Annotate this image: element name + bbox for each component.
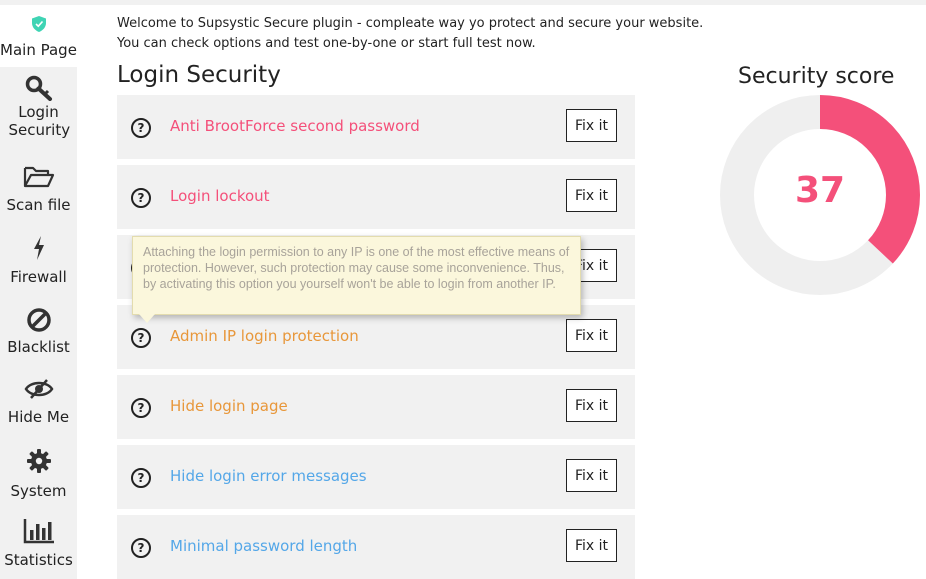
sidebar-item-label: Firewall xyxy=(10,268,67,286)
sidebar-item-label: Scan file xyxy=(6,196,71,214)
sidebar-item-main-page[interactable]: Main Page xyxy=(0,5,77,67)
help-tooltip: Attaching the login permission to any IP… xyxy=(132,236,581,323)
key-icon xyxy=(25,75,52,101)
folder-open-icon xyxy=(23,166,54,188)
intro-line: You can check options and test one-by-on… xyxy=(117,36,536,51)
intro-text: Welcome to Supsystic Secure plugin - com… xyxy=(117,14,703,54)
help-icon[interactable]: ? xyxy=(131,538,151,558)
eye-slash-icon xyxy=(24,379,53,399)
fix-button[interactable]: Fix it xyxy=(566,109,617,142)
sidebar-item-hide-me[interactable]: Hide Me xyxy=(0,378,77,432)
option-row: ? Hide login page Fix it xyxy=(117,375,635,439)
sidebar-item-login-security[interactable]: Login Security xyxy=(0,75,77,145)
sidebar-item-label: Login Security xyxy=(8,103,71,139)
sidebar: Main Page Login Security Scan file Firew… xyxy=(0,5,77,579)
option-label: Minimal password length xyxy=(170,537,358,555)
sidebar-item-label: Blacklist xyxy=(7,338,70,356)
lightning-icon xyxy=(33,236,44,260)
fix-button[interactable]: Fix it xyxy=(566,529,617,562)
sidebar-item-firewall[interactable]: Firewall xyxy=(0,235,77,289)
sidebar-item-scan-file[interactable]: Scan file xyxy=(0,165,77,219)
option-label: Anti BrootForce second password xyxy=(170,117,420,135)
bar-chart-icon xyxy=(23,519,54,544)
option-label: Login lockout xyxy=(170,187,270,205)
sidebar-item-label: System xyxy=(10,482,67,500)
fix-button[interactable]: Fix it xyxy=(566,389,617,422)
tooltip-text: Attaching the login permission to any IP… xyxy=(143,245,570,291)
fix-button[interactable]: Fix it xyxy=(566,459,617,492)
fix-button[interactable]: Fix it xyxy=(566,179,617,212)
option-label: Hide login page xyxy=(170,397,288,415)
sidebar-item-label: Main Page xyxy=(0,41,77,59)
sidebar-item-label: Statistics xyxy=(4,551,73,569)
option-label: Hide login error messages xyxy=(170,467,367,485)
help-icon[interactable]: ? xyxy=(131,398,151,418)
option-label: Admin IP login protection xyxy=(170,327,359,345)
option-row: ? Anti BrootForce second password Fix it xyxy=(117,95,635,159)
score-title: Security score xyxy=(738,64,895,89)
sidebar-item-label: Hide Me xyxy=(7,408,70,426)
option-row: ? Login lockout Fix it xyxy=(117,165,635,229)
option-row: ? Minimal password length Fix it xyxy=(117,515,635,579)
page-title: Login Security xyxy=(117,62,281,88)
help-icon[interactable]: ? xyxy=(131,118,151,138)
help-icon[interactable]: ? xyxy=(131,468,151,488)
sidebar-item-system[interactable]: System xyxy=(0,448,77,502)
fix-button[interactable]: Fix it xyxy=(566,319,617,352)
sidebar-item-blacklist[interactable]: Blacklist xyxy=(0,307,77,361)
option-row: ? Hide login error messages Fix it xyxy=(117,445,635,509)
gear-icon xyxy=(26,449,51,473)
help-icon[interactable]: ? xyxy=(131,328,151,348)
ban-icon xyxy=(26,308,51,332)
shield-icon xyxy=(31,16,46,32)
intro-line: Welcome to Supsystic Secure plugin - com… xyxy=(117,16,704,31)
help-icon[interactable]: ? xyxy=(131,188,151,208)
score-value: 37 xyxy=(794,170,846,211)
tooltip-arrow xyxy=(139,314,155,323)
sidebar-item-statistics[interactable]: Statistics xyxy=(0,518,77,574)
